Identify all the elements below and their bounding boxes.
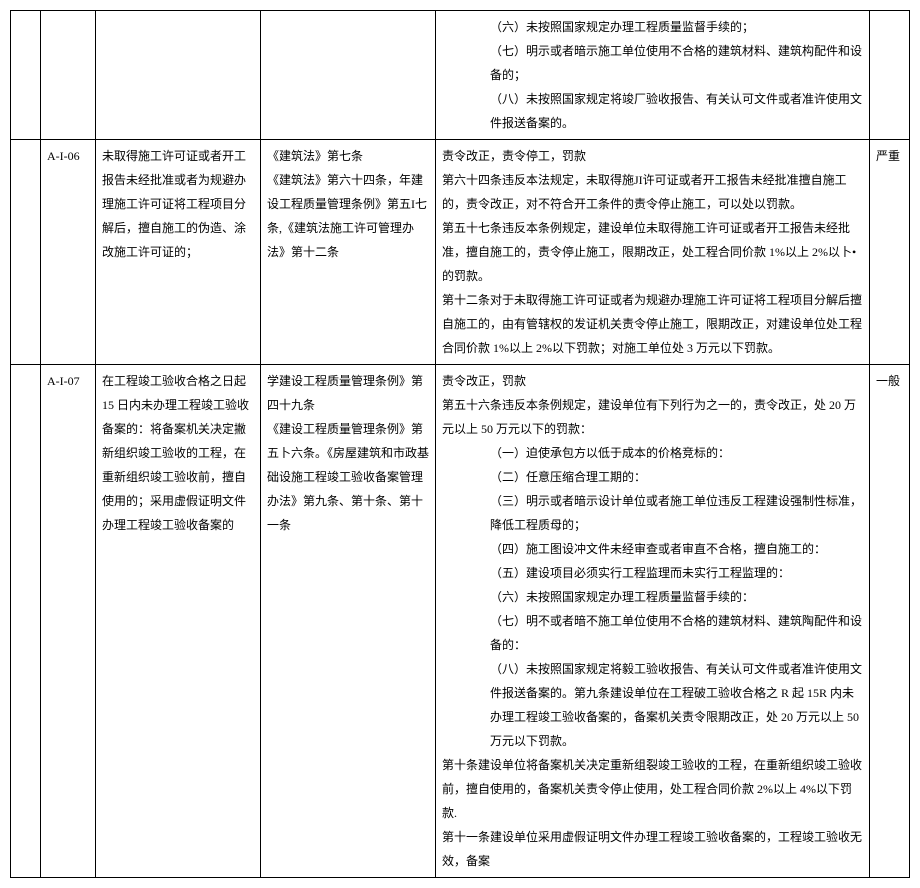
cell-behavior: 在工程竣工验收合格之日起 15 日内未办理工程竣工验收备案的：将备案机关决定撇新…	[96, 365, 261, 878]
table-row: （六）未按照国家规定办理工程质量监督手续的；（七）明示或者暗示施工单位使用不合格…	[11, 11, 910, 140]
cell-code	[41, 11, 96, 140]
penalty-line: （五）建设项目必须实行工程监理而未实行工程监理的：	[442, 561, 863, 585]
table-row: A-I-07在工程竣工验收合格之日起 15 日内未办理工程竣工验收备案的：将备案…	[11, 365, 910, 878]
penalty-line: 责令改正，罚款	[442, 369, 863, 393]
penalty-line: （一）迫使承包方以低于成本的价格竞标的：	[442, 441, 863, 465]
cell-level	[870, 11, 910, 140]
cell-level: 一般	[870, 365, 910, 878]
penalty-line: 第十一条建设单位采用虚假证明文件办理工程竣工验收备案的，工程竣工验收无效，备案	[442, 825, 863, 873]
cell-basis	[261, 11, 436, 140]
penalty-line: （八）未按照国家规定将竣厂验收报告、有关认可文件或者准许使用文件报送备案的。	[442, 87, 863, 135]
penalty-line: （三）明示或者暗示设计单位或者施工单位违反工程建设强制性标准，降低工程质母的；	[442, 489, 863, 537]
penalty-line: （七）明不或者暗不施工单位使用不合格的建筑材料、建筑陶配件和设备的：	[442, 609, 863, 657]
penalty-line: （四）施工图设冲文件未经审查或者审直不合格，擅自施工的：	[442, 537, 863, 561]
cell-code: A-I-07	[41, 365, 96, 878]
penalty-line: （六）未按照国家规定办理工程质量监督手续的；	[442, 15, 863, 39]
cell-basis: 学建设工程质量管理条例》第四十九条《建设工程质量管理条例》第五卜六条。《房屋建筑…	[261, 365, 436, 878]
cell-seq	[11, 11, 41, 140]
cell-penalty: 责令改正，责令停工，罚款第六十四条违反本法规定，未取得施JI许可证或者开工报告未…	[436, 140, 870, 365]
cell-seq	[11, 140, 41, 365]
table-row: A-I-06未取得施工许可证或者开工报告未经批准或者为规避办理施工许可证将工程项…	[11, 140, 910, 365]
penalty-line: （七）明示或者暗示施工单位使用不合格的建筑材料、建筑构配件和设备的；	[442, 39, 863, 87]
cell-level: 严重	[870, 140, 910, 365]
penalty-line: （二）任意压缩合理工期的：	[442, 465, 863, 489]
cell-penalty: 责令改正，罚款第五十六条违反本条例规定，建设单位有下列行为之一的，责令改正，处 …	[436, 365, 870, 878]
penalty-line: （六）未按照国家规定办理工程质量监督手续的：	[442, 585, 863, 609]
cell-code: A-I-06	[41, 140, 96, 365]
cell-behavior: 未取得施工许可证或者开工报告未经批准或者为规避办理施工许可证将工程项目分解后，擅…	[96, 140, 261, 365]
penalty-line: 第十二条对于未取得施工许可证或者为规避办理施工许可证将工程项目分解后擅自施工的，…	[442, 288, 863, 360]
cell-penalty: （六）未按照国家规定办理工程质量监督手续的；（七）明示或者暗示施工单位使用不合格…	[436, 11, 870, 140]
penalty-line: 第六十四条违反本法规定，未取得施JI许可证或者开工报告未经批准擅自施工的，责令改…	[442, 168, 863, 216]
penalty-line: 第五十六条违反本条例规定，建设单位有下列行为之一的，责令改正，处 20 万元以上…	[442, 393, 863, 441]
regulation-table: （六）未按照国家规定办理工程质量监督手续的；（七）明示或者暗示施工单位使用不合格…	[10, 10, 910, 878]
penalty-line: （八）未按照国家规定将毅工验收报告、有关认可文件或者准许使用文件报送备案的。第九…	[442, 657, 863, 753]
cell-basis: 《建筑法》第七条《建筑法》第六十四条，年建设工程质量管理条例》第五I七条,《建筑…	[261, 140, 436, 365]
penalty-line: 责令改正，责令停工，罚款	[442, 144, 863, 168]
penalty-line: 第五十七条违反本条例规定，建设单位未取得施工许可证或者开工报告未经批准，擅自施工…	[442, 216, 863, 288]
cell-seq	[11, 365, 41, 878]
penalty-line: 第十条建设单位将备案机关决定重新组裂竣工验收的工程，在重新组织竣工验收前，擅自使…	[442, 753, 863, 825]
cell-behavior	[96, 11, 261, 140]
